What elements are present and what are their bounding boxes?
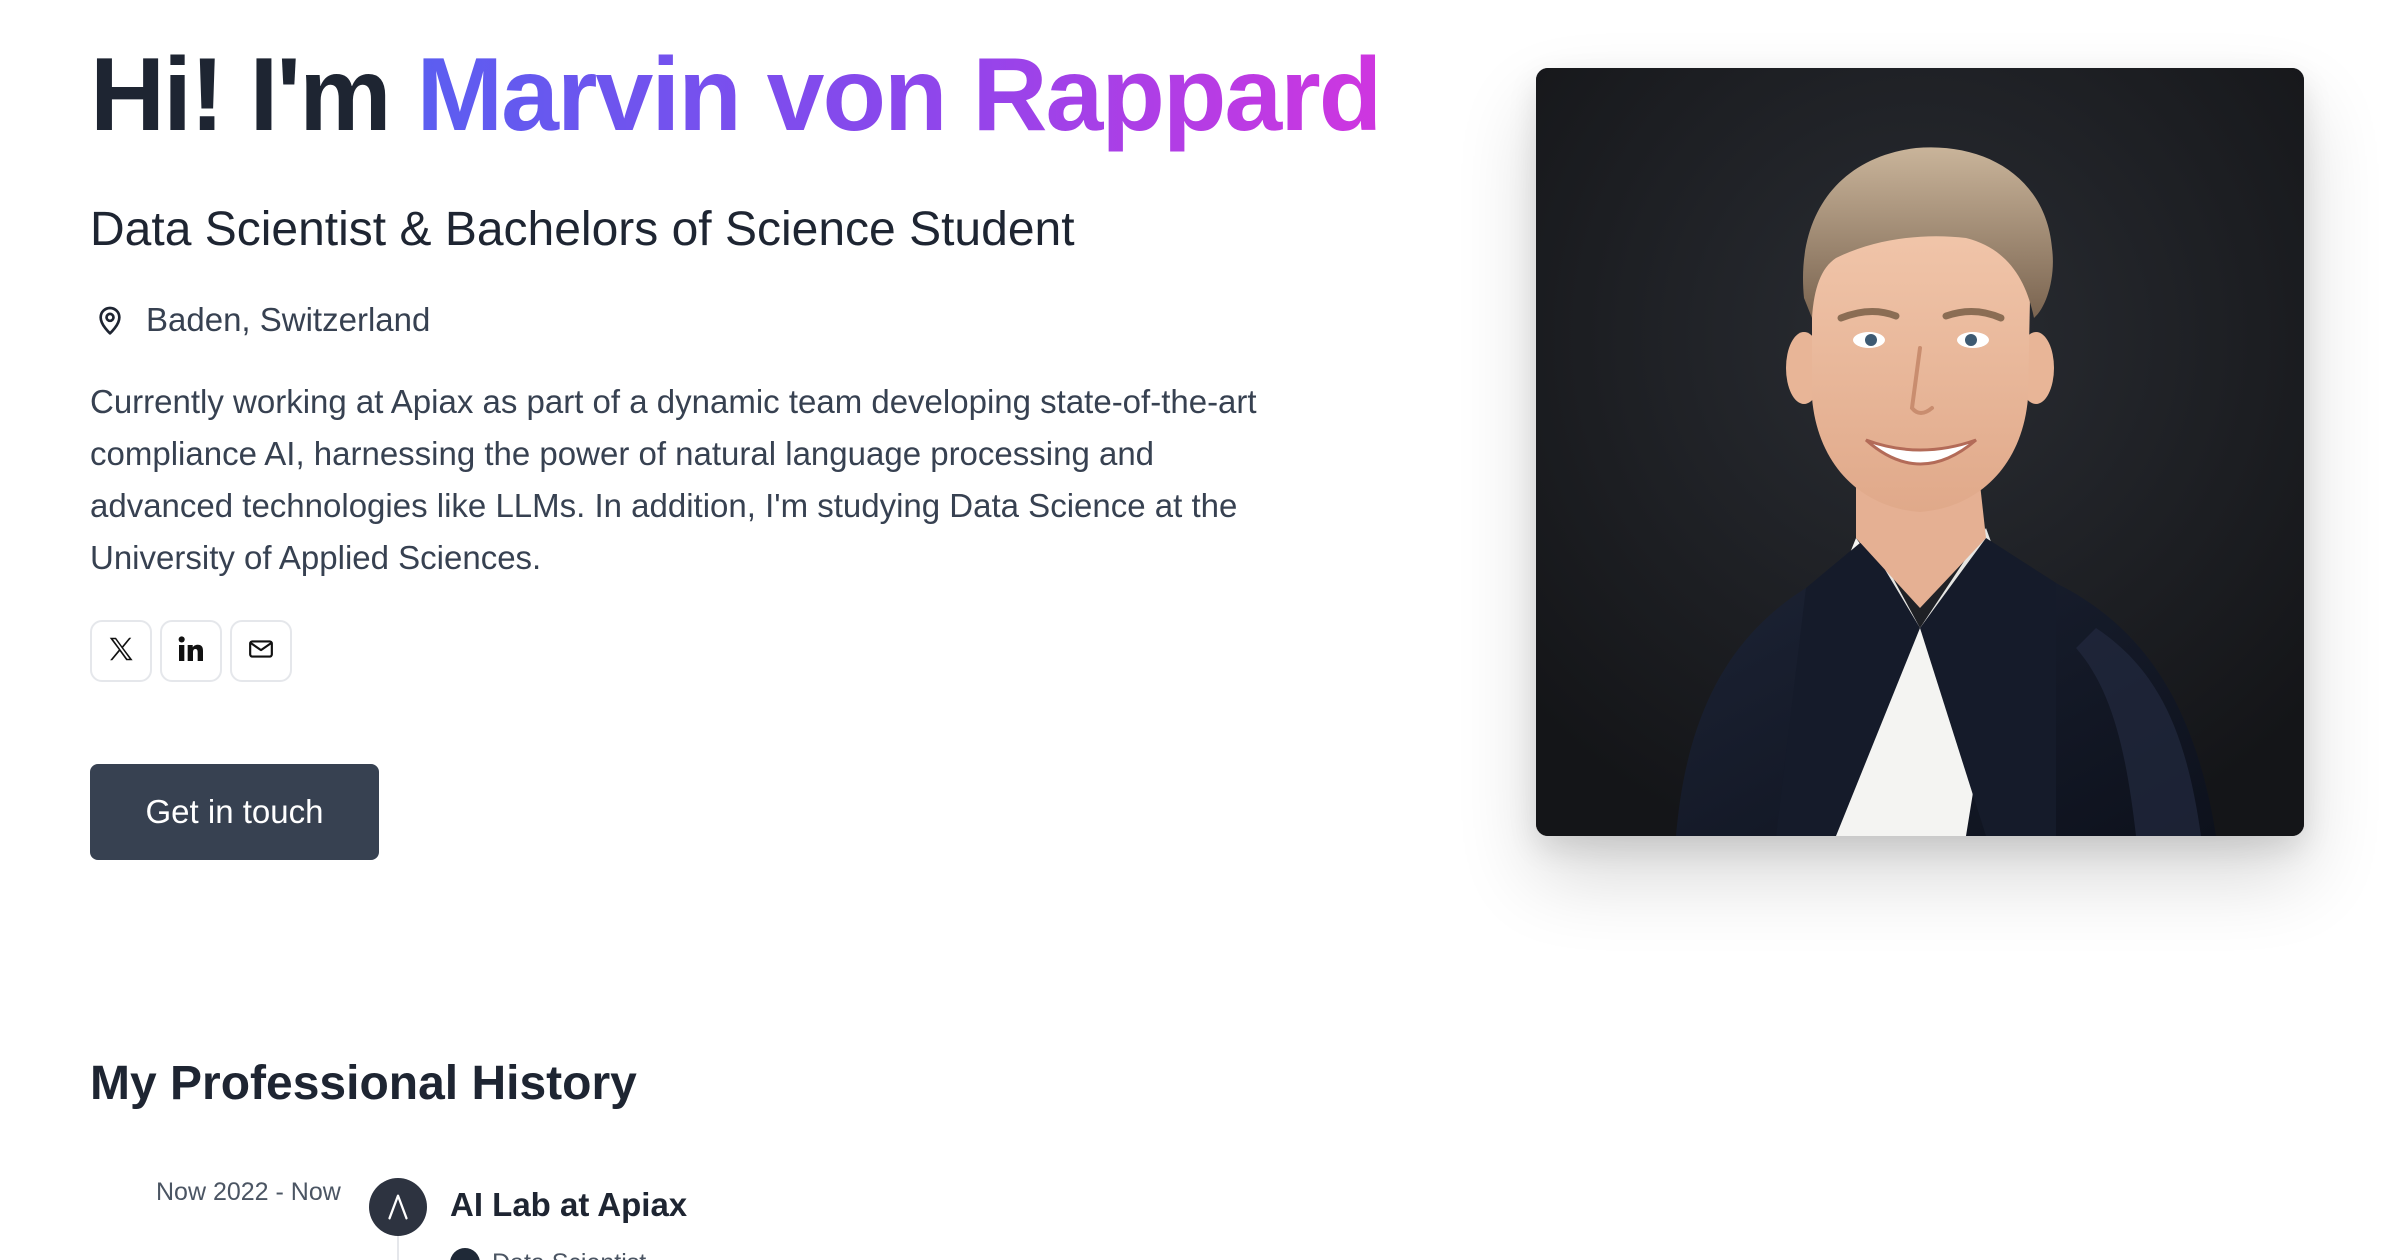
linkedin-link-button[interactable] [160, 620, 222, 682]
mail-icon [248, 638, 274, 665]
timeline-company: AI Lab at Apiax [450, 1186, 688, 1223]
x-link-button[interactable] [90, 620, 152, 682]
timeline-date: Now 2022 - Now [156, 1178, 341, 1206]
bio-paragraph: Currently working at Apiax as part of a … [90, 383, 1257, 576]
role-text: Data Scientist [492, 1249, 646, 1260]
page: Hi! I'm Marvin von Rappard Data Scientis… [0, 0, 2400, 1260]
location: Baden, Switzerland [90, 294, 1270, 346]
social-links [90, 620, 1270, 682]
profile-photo [1536, 68, 2304, 836]
x-icon [106, 634, 136, 669]
map-pin-icon [90, 300, 130, 340]
timeline-role: Data Scientist [450, 1248, 646, 1260]
linkedin-icon [175, 633, 207, 670]
location-text: Baden, Switzerland [146, 301, 431, 338]
greeting-text: Hi! I'm [90, 37, 417, 153]
email-link-button[interactable] [230, 620, 292, 682]
timeline-line [397, 1236, 399, 1260]
hero-headline: Hi! I'm Marvin von Rappard [90, 30, 1382, 160]
hero-subtitle: Data Scientist & Bachelors of Science St… [90, 203, 1075, 256]
history-heading: My Professional History [90, 1057, 637, 1110]
role-avatar [450, 1248, 480, 1260]
hero-name: Marvin von Rappard [416, 37, 1383, 153]
apiax-logo-icon [369, 1178, 427, 1236]
hero-section: Hi! I'm Marvin von Rappard Data Scientis… [90, 30, 1382, 682]
get-in-touch-button[interactable]: Get in touch [90, 764, 379, 860]
